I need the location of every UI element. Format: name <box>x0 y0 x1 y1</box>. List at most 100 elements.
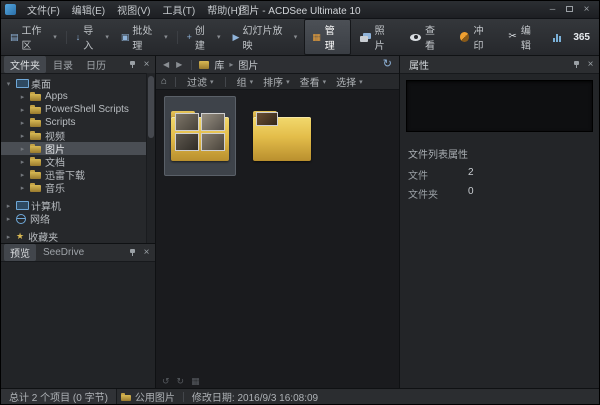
mode-photos[interactable]: 照片 <box>353 20 400 54</box>
maximize-icon <box>566 6 573 12</box>
back-button[interactable]: ◀ <box>161 60 171 69</box>
folder-tile-selected[interactable] <box>164 96 236 176</box>
tab-calendar[interactable]: 日历 <box>80 56 112 73</box>
folder-icon <box>121 393 131 401</box>
workspace-button[interactable]: ▤ 工作区 ▾ <box>5 20 62 54</box>
toolbar-separator <box>66 31 67 44</box>
tree-item-scripts[interactable]: ▸ Scripts <box>1 116 155 129</box>
file-list-pane: ◀ ▶ 库 ▸ 图片 ↻ ⌂ 过滤 ▾ 组 ▾ <box>156 56 399 388</box>
mode-switcher: ▦ 管理 照片 查看 冲印 ✂ 编辑 365 <box>304 19 595 55</box>
separator <box>191 60 192 70</box>
home-icon[interactable]: ⌂ <box>161 76 167 87</box>
sort-dropdown[interactable]: 排序 ▾ <box>260 74 293 89</box>
close-panel-icon[interactable]: × <box>141 59 152 70</box>
tree-item-computer[interactable]: ▸ 计算机 <box>1 199 155 212</box>
tree-item-apps[interactable]: ▸ Apps <box>1 90 155 103</box>
expand-arrow-icon[interactable]: ▾ <box>5 80 12 88</box>
tab-seedrive[interactable]: SeeDrive <box>37 246 90 259</box>
folder-icon <box>30 131 41 140</box>
tree-item-thunder-downloads[interactable]: ▸ 迅雷下载 <box>1 168 155 181</box>
create-button[interactable]: + 创建 ▾ <box>182 20 226 54</box>
tree-item-network[interactable]: ▸ 网络 <box>1 212 155 225</box>
pin-icon[interactable] <box>129 60 138 69</box>
expand-arrow-icon[interactable]: ▸ <box>5 202 12 210</box>
expand-arrow-icon[interactable]: ▸ <box>19 145 26 153</box>
create-label: 创建 <box>195 22 214 52</box>
caret-down-icon: ▾ <box>359 78 363 86</box>
group-dropdown[interactable]: 组 ▾ <box>234 74 257 89</box>
tree-item-powershell-scripts[interactable]: ▸ PowerShell Scripts <box>1 103 155 116</box>
expand-arrow-icon[interactable]: ▸ <box>19 171 26 179</box>
mode-manage[interactable]: ▦ 管理 <box>304 19 351 55</box>
tab-folders[interactable]: 文件夹 <box>4 56 46 73</box>
tab-catalog[interactable]: 目录 <box>47 56 79 73</box>
eye-icon <box>410 34 421 41</box>
scrollbar-thumb[interactable] <box>148 76 154 138</box>
refresh-icon[interactable]: ↻ <box>381 59 394 70</box>
import-button[interactable]: ↓ 导入 ▾ <box>71 20 114 54</box>
maximize-button[interactable] <box>561 3 578 17</box>
expand-arrow-icon[interactable]: ▸ <box>5 215 12 223</box>
breadcrumb-root[interactable]: 库 <box>212 57 226 72</box>
folder-tile[interactable] <box>246 96 318 176</box>
forward-button[interactable]: ▶ <box>174 60 184 69</box>
modified-date-status: 修改日期: 2016/9/3 16:08:09 <box>188 389 322 404</box>
tab-preview[interactable]: 预览 <box>4 244 36 261</box>
grid-view-icon[interactable]: ▦ <box>191 377 200 386</box>
menu-edit[interactable]: 编辑(E) <box>66 1 111 18</box>
caret-down-icon: ▾ <box>210 78 214 86</box>
expand-arrow-icon[interactable]: ▸ <box>5 233 12 241</box>
expand-arrow-icon[interactable]: ▸ <box>19 106 26 114</box>
separator <box>225 77 226 87</box>
tree-item-music[interactable]: ▸ 音乐 <box>1 181 155 194</box>
caret-down-icon: ▾ <box>286 78 290 86</box>
menu-help[interactable]: 帮助(H) <box>201 1 247 18</box>
dashboard-icon[interactable] <box>553 33 561 42</box>
pin-icon[interactable] <box>129 248 138 257</box>
batch-button[interactable]: ▣ 批处理 ▾ <box>116 20 173 54</box>
mode-view-label: 查看 <box>425 22 444 52</box>
folder-thumbnail-icon <box>171 111 229 161</box>
preview-panel-tabs: 预览 SeeDrive × <box>1 244 155 262</box>
mode-view[interactable]: 查看 <box>403 20 451 54</box>
status-bar: 总计 2 个项目 (0 字节) 公用图片 修改日期: 2016/9/3 16:0… <box>1 388 599 404</box>
expand-arrow-icon[interactable]: ▸ <box>19 132 26 140</box>
expand-arrow-icon[interactable]: ▸ <box>19 119 26 127</box>
tree-scrollbar[interactable] <box>146 73 155 243</box>
separator <box>175 77 176 87</box>
filter-dropdown[interactable]: 过滤 ▾ <box>184 74 217 89</box>
import-icon: ↓ <box>76 33 81 42</box>
menu-view[interactable]: 视图(V) <box>111 1 156 18</box>
slideshow-button[interactable]: ▶ 幻灯片放映 ▾ <box>228 20 303 54</box>
close-panel-icon[interactable]: × <box>585 59 596 70</box>
file-list-properties-header: 文件列表属性 <box>400 138 599 165</box>
view-dropdown[interactable]: 查看 ▾ <box>297 74 330 89</box>
tree-item-desktop[interactable]: ▾ 桌面 <box>1 77 155 90</box>
mode-develop[interactable]: 冲印 <box>453 20 499 54</box>
rotate-left-icon[interactable]: ↺ <box>162 377 170 386</box>
acdsee-365-button[interactable]: 365 <box>568 32 595 43</box>
acdsee-window: 文件(F) 编辑(E) 视图(V) 工具(T) 帮助(H) 图片 - ACDSe… <box>0 0 600 405</box>
tree-item-videos[interactable]: ▸ 视频 <box>1 129 155 142</box>
pin-icon[interactable] <box>573 60 582 69</box>
rotate-right-icon[interactable]: ↻ <box>177 377 185 386</box>
select-dropdown[interactable]: 选择 ▾ <box>333 74 366 89</box>
close-panel-icon[interactable]: × <box>141 247 152 258</box>
mode-edit[interactable]: ✂ 编辑 <box>501 20 546 54</box>
folder-tree: ▾ 桌面 ▸ Apps ▸ PowerShell Scripts <box>1 74 155 243</box>
minimize-button[interactable]: – <box>544 3 561 17</box>
tree-item-favorites[interactable]: ▸ ★ 收藏夹 <box>1 230 155 243</box>
thumbnail-grid[interactable] <box>156 90 399 375</box>
breadcrumb-current[interactable]: 图片 <box>236 57 260 72</box>
folders-panel-tabs: 文件夹 目录 日历 × <box>1 56 155 74</box>
expand-arrow-icon[interactable]: ▸ <box>19 93 26 101</box>
left-panel: 文件夹 目录 日历 × ▾ 桌面 ▸ Apps <box>1 56 156 388</box>
menu-file[interactable]: 文件(F) <box>21 1 66 18</box>
menu-tools[interactable]: 工具(T) <box>156 1 201 18</box>
expand-arrow-icon[interactable]: ▸ <box>19 184 26 192</box>
close-button[interactable]: × <box>578 3 595 17</box>
caret-down-icon: ▾ <box>105 33 109 41</box>
tree-item-pictures[interactable]: ▸ 图片 <box>1 142 155 155</box>
expand-arrow-icon[interactable]: ▸ <box>19 158 26 166</box>
folder-icon <box>30 183 41 192</box>
